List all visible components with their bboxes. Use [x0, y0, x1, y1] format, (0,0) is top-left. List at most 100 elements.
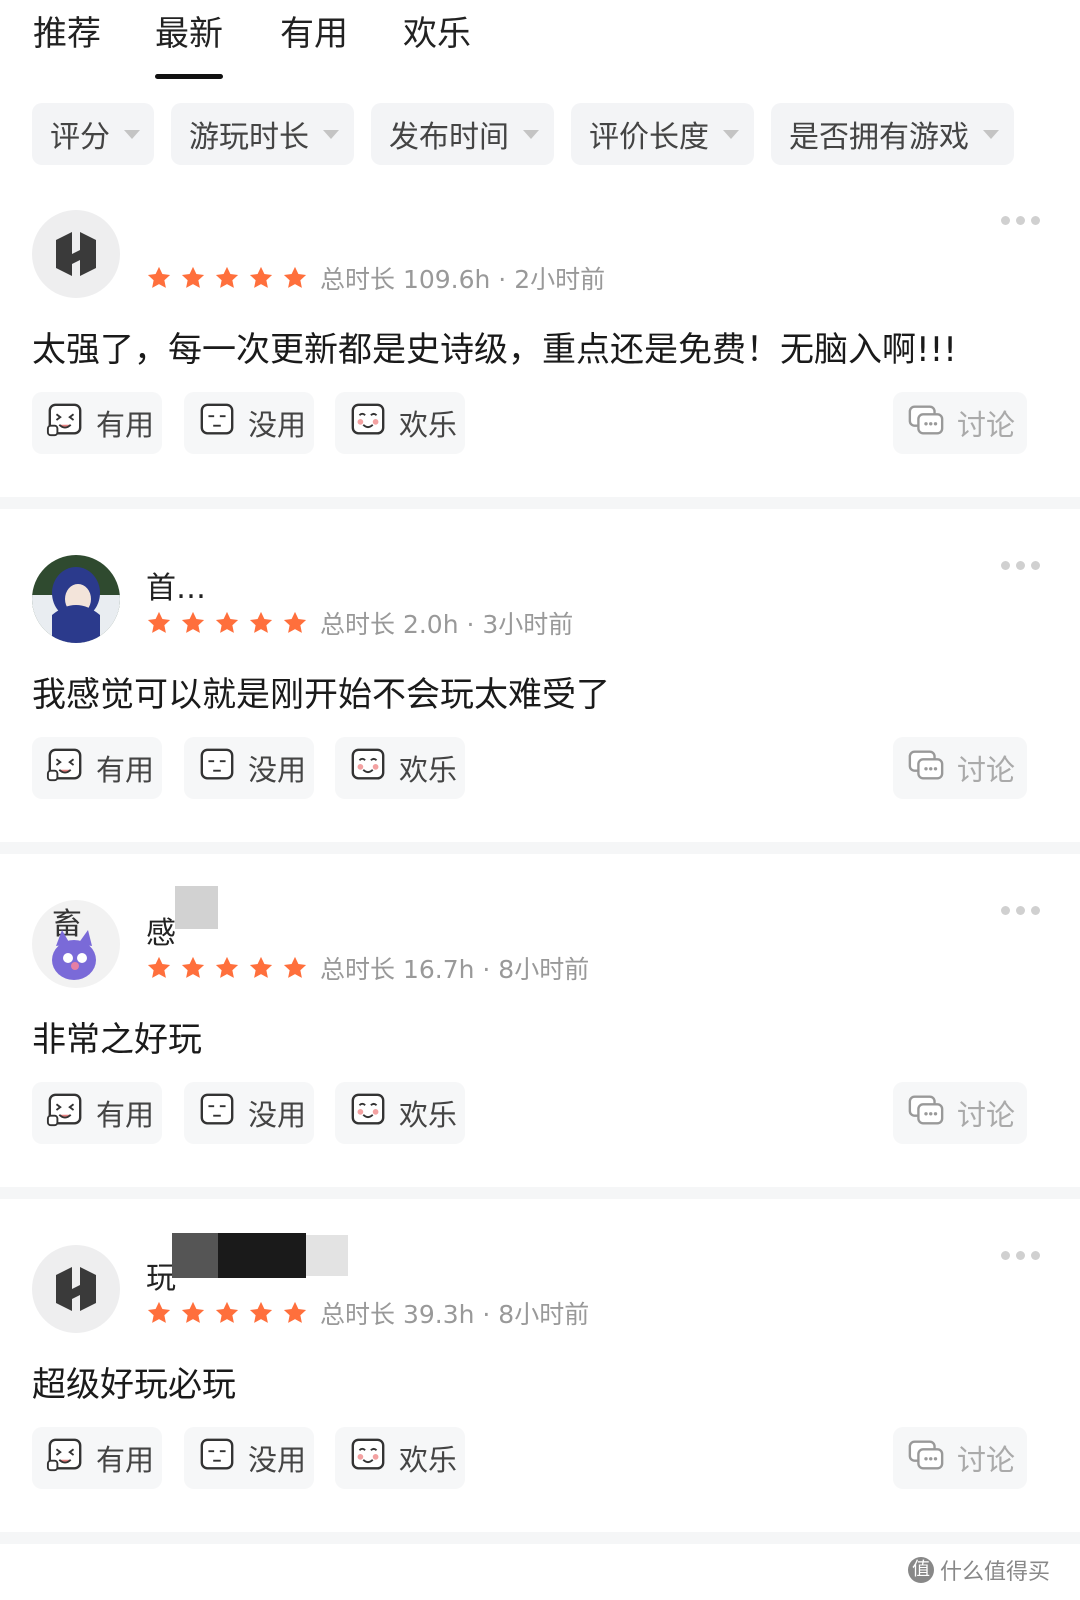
sort-tabs: 推荐 最新 有用 欢乐: [0, 0, 1080, 90]
star-icon: [145, 264, 179, 296]
discuss-button[interactable]: 讨论: [893, 1427, 1027, 1489]
funny-label: 欢乐: [399, 1098, 458, 1132]
useful-label: 有用: [96, 1098, 155, 1132]
filter-bar: 评分 游玩时长 发布时间 评价长度 是否拥有游戏: [0, 103, 1080, 165]
tab-useful[interactable]: 有用: [280, 12, 348, 56]
filter-rating[interactable]: 评分: [32, 103, 154, 165]
discuss-button[interactable]: 讨论: [893, 392, 1027, 454]
useless-label: 没用: [248, 1098, 307, 1132]
useful-label: 有用: [96, 753, 155, 787]
user-avatar[interactable]: [32, 210, 120, 298]
user-avatar[interactable]: [32, 1245, 120, 1333]
filter-review-length[interactable]: 评价长度: [571, 103, 754, 165]
smile-face-icon: [349, 746, 399, 791]
star-icon: [145, 954, 179, 986]
discuss-button[interactable]: 讨论: [893, 1082, 1027, 1144]
useful-button[interactable]: 有用: [32, 1427, 162, 1489]
review-content: 非常之好玩: [32, 1020, 202, 1060]
star-icon: [281, 954, 315, 986]
more-options-icon[interactable]: [1001, 906, 1040, 915]
filter-publish-time[interactable]: 发布时间: [371, 103, 554, 165]
laugh-face-icon: [46, 401, 96, 446]
smile-face-icon: [349, 1091, 399, 1136]
star-icon: [213, 264, 247, 296]
review-meta: 总时长 39.3h · 8小时前: [320, 1300, 590, 1329]
smile-face-icon: [349, 1436, 399, 1481]
useful-button[interactable]: 有用: [32, 1082, 162, 1144]
redaction-block: [218, 1233, 306, 1278]
chevron-down-icon: [723, 129, 739, 139]
chevron-down-icon: [323, 129, 339, 139]
discuss-label: 讨论: [957, 408, 1016, 442]
funny-button[interactable]: 欢乐: [335, 1427, 465, 1489]
watermark-logo-icon: 值: [907, 1557, 934, 1583]
redaction-block: [306, 1235, 348, 1276]
star-icon: [247, 264, 281, 296]
useless-button[interactable]: 没用: [184, 737, 314, 799]
redaction-block: [175, 886, 218, 929]
funny-label: 欢乐: [399, 408, 458, 442]
tab-recommended[interactable]: 推荐: [33, 12, 101, 56]
discuss-label: 讨论: [957, 1098, 1016, 1132]
useless-label: 没用: [248, 1443, 307, 1477]
useful-button[interactable]: 有用: [32, 737, 162, 799]
funny-button[interactable]: 欢乐: [335, 737, 465, 799]
funny-label: 欢乐: [399, 753, 458, 787]
star-icon: [281, 264, 315, 296]
chat-bubble-icon: [907, 1091, 957, 1136]
useless-button[interactable]: 没用: [184, 1427, 314, 1489]
discuss-button[interactable]: 讨论: [893, 737, 1027, 799]
more-options-icon[interactable]: [1001, 561, 1040, 570]
neutral-face-icon: [198, 746, 248, 791]
star-icon: [213, 609, 247, 641]
review-divider: [0, 1532, 1080, 1544]
star-rating: [145, 609, 315, 641]
star-icon: [179, 264, 213, 296]
funny-label: 欢乐: [399, 1443, 458, 1477]
chevron-down-icon: [983, 129, 999, 139]
star-icon: [145, 1299, 179, 1331]
star-icon: [179, 954, 213, 986]
user-avatar[interactable]: [32, 555, 120, 643]
filter-review-length-label: 评价长度: [589, 120, 709, 155]
star-icon: [281, 1299, 315, 1331]
neutral-face-icon: [198, 401, 248, 446]
useless-button[interactable]: 没用: [184, 1082, 314, 1144]
more-options-icon[interactable]: [1001, 216, 1040, 225]
review-content: 太强了，每一次更新都是史诗级，重点还是免费！无脑入啊!!!: [32, 330, 957, 370]
useless-label: 没用: [248, 408, 307, 442]
username[interactable]: 感: [146, 908, 176, 952]
laugh-face-icon: [46, 746, 96, 791]
star-icon: [145, 609, 179, 641]
star-rating: [145, 954, 315, 986]
chevron-down-icon: [124, 129, 140, 139]
star-icon: [281, 609, 315, 641]
review-content: 超级好玩必玩: [32, 1365, 236, 1405]
useful-label: 有用: [96, 408, 155, 442]
filter-owns-game[interactable]: 是否拥有游戏: [771, 103, 1014, 165]
tab-latest[interactable]: 最新: [155, 12, 223, 79]
review-meta: 总时长 16.7h · 8小时前: [320, 955, 590, 984]
useless-button[interactable]: 没用: [184, 392, 314, 454]
tab-funny[interactable]: 欢乐: [403, 12, 471, 56]
filter-playtime-label: 游玩时长: [189, 120, 309, 155]
funny-button[interactable]: 欢乐: [335, 392, 465, 454]
star-rating: [145, 264, 315, 296]
useless-label: 没用: [248, 753, 307, 787]
watermark: 值 什么值得买: [907, 1554, 1050, 1586]
review-divider: [0, 1187, 1080, 1199]
star-icon: [213, 1299, 247, 1331]
watermark-text: 什么值得买: [939, 1560, 1050, 1585]
funny-button[interactable]: 欢乐: [335, 1082, 465, 1144]
more-options-icon[interactable]: [1001, 1251, 1040, 1260]
username[interactable]: 首…: [146, 563, 206, 607]
star-icon: [179, 609, 213, 641]
chat-bubble-icon: [907, 746, 957, 791]
star-icon: [213, 954, 247, 986]
filter-playtime[interactable]: 游玩时长: [171, 103, 354, 165]
discuss-label: 讨论: [957, 753, 1016, 787]
review-meta: 总时长 109.6h · 2小时前: [320, 265, 606, 294]
filter-owns-game-label: 是否拥有游戏: [789, 120, 969, 155]
useful-button[interactable]: 有用: [32, 392, 162, 454]
user-avatar[interactable]: 畜: [32, 900, 120, 988]
